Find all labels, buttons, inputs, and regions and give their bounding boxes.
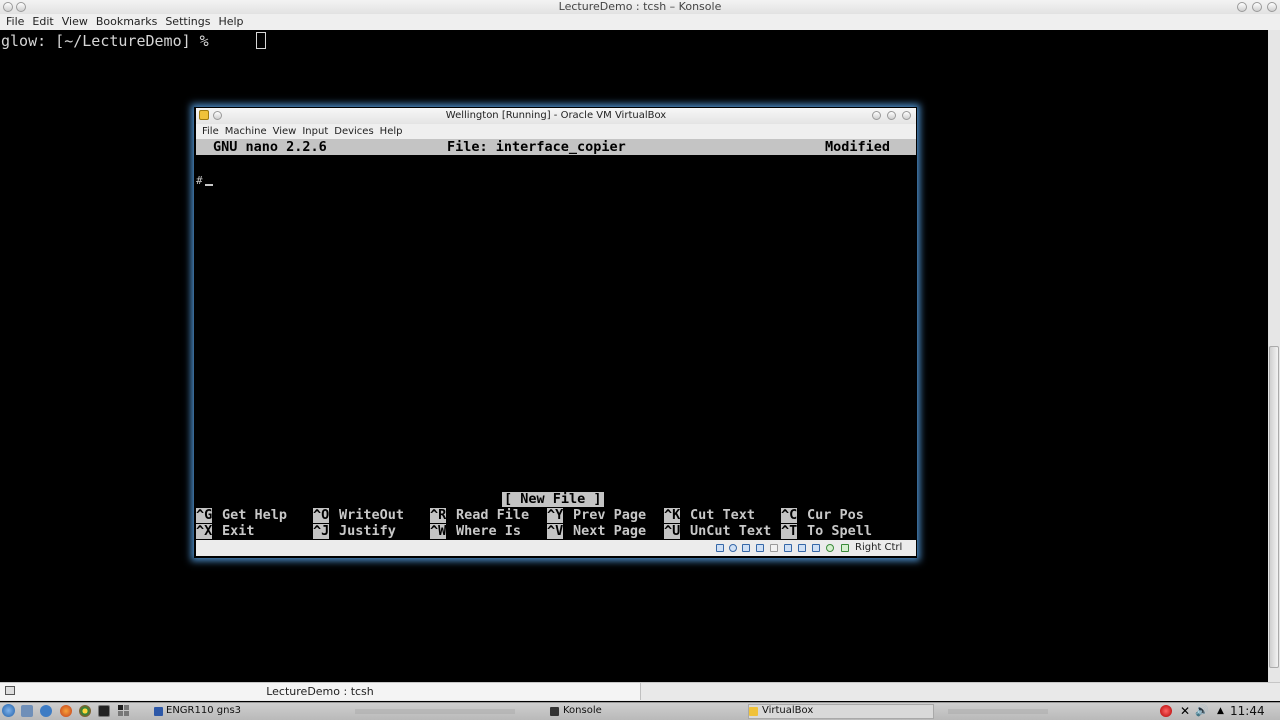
menu-bookmarks[interactable]: Bookmarks	[96, 14, 157, 30]
shortcut-key-read-file: ^R	[430, 507, 447, 523]
menu-view[interactable]: View	[62, 14, 88, 30]
shared-folders-icon[interactable]	[784, 544, 792, 552]
shortcut-key-cur-pos: ^C	[781, 507, 798, 523]
close-icon[interactable]	[902, 111, 911, 120]
task-placeholder-faded[interactable]	[355, 709, 515, 714]
shortcut-key-prev-page: ^Y	[547, 507, 564, 523]
taskbar-clock[interactable]: 11:44	[1230, 703, 1265, 719]
vbox-menu-machine[interactable]: Machine	[225, 124, 267, 139]
shortcut-label-prev-page: Prev Page	[573, 507, 647, 523]
minimize-icon[interactable]	[872, 111, 881, 120]
gns3-task-icon	[154, 707, 163, 716]
shortcut-key-uncut-text: ^U	[664, 523, 681, 539]
virtualbox-menubar: File Machine View Input Devices Help	[196, 124, 916, 139]
nano-cursor	[205, 184, 213, 186]
shortcut-label-read-file: Read File	[456, 507, 530, 523]
shortcut-label-uncut-text: UnCut Text	[690, 523, 772, 539]
konsole-window-title: LectureDemo : tcsh – Konsole	[558, 0, 722, 13]
shortcut-key-exit: ^X	[196, 523, 213, 539]
menu-settings[interactable]: Settings	[165, 14, 210, 30]
vbox-menu-input[interactable]: Input	[302, 124, 328, 139]
shortcut-label-cut-text: Cut Text	[690, 507, 756, 523]
network-manager-icon[interactable]	[40, 705, 52, 717]
menu-file[interactable]: File	[6, 14, 24, 30]
host-key-label: Right Ctrl	[855, 542, 903, 553]
vbox-menu-devices[interactable]: Devices	[334, 124, 373, 139]
shortcut-label-get-help: Get Help	[222, 507, 288, 523]
shortcut-label-exit: Exit	[222, 523, 255, 539]
mouse-integration-icon[interactable]	[841, 544, 849, 552]
show-desktop-icon[interactable]	[21, 705, 33, 717]
minimize-icon[interactable]	[1237, 2, 1247, 12]
konsole-task-icon	[550, 707, 559, 716]
application-launcher-icon[interactable]	[2, 704, 15, 717]
menu-help[interactable]: Help	[218, 14, 243, 30]
task-konsole[interactable]: Konsole	[563, 703, 602, 719]
tray-expand-icon[interactable]: ▲	[1217, 703, 1224, 719]
vm-display[interactable]	[196, 139, 916, 540]
shortcut-key-where-is: ^W	[430, 523, 447, 539]
menu-edit[interactable]: Edit	[32, 14, 53, 30]
konsole-tab[interactable]: LectureDemo : tcsh	[0, 683, 641, 700]
maximize-icon[interactable]	[1252, 2, 1262, 12]
hard-disk-icon[interactable]	[716, 544, 724, 552]
shortcut-label-next-page: Next Page	[573, 523, 647, 539]
shortcut-key-to-spell: ^T	[781, 523, 798, 539]
shortcut-key-cut-text: ^K	[664, 507, 681, 523]
virtualbox-window-title: Wellington [Running] - Oracle VM Virtual…	[445, 110, 667, 121]
vbox-menu-file[interactable]: File	[202, 124, 219, 139]
vbox-menu-view[interactable]: View	[273, 124, 297, 139]
volume-icon[interactable]: 🔊	[1195, 703, 1209, 719]
nano-status-message: [ New File ]	[502, 491, 604, 507]
nano-modified-flag: Modified	[825, 139, 891, 155]
nano-buffer-text[interactable]: #	[196, 174, 203, 188]
terminal-icon[interactable]	[98, 705, 110, 717]
usb-icon[interactable]	[770, 544, 778, 552]
virtualization-icon[interactable]	[826, 544, 834, 552]
close-icon[interactable]	[1267, 2, 1277, 12]
virtualbox-statusbar	[196, 540, 916, 556]
firefox-icon[interactable]	[60, 705, 72, 717]
task-virtualbox[interactable]: VirtualBox	[762, 703, 813, 719]
virtualbox-task-icon	[749, 707, 758, 716]
shortcut-label-justify: Justify	[339, 523, 396, 539]
shortcut-label-writeout: WriteOut	[339, 507, 405, 523]
nano-filename: File: interface_copier	[447, 139, 626, 155]
shortcut-key-get-help: ^G	[196, 507, 213, 523]
shortcut-key-justify: ^J	[313, 523, 330, 539]
task-placeholder-faded-2[interactable]	[948, 709, 1048, 714]
terminal-tab-icon	[5, 686, 15, 695]
shell-prompt: glow: [~/LectureDemo] %	[1, 32, 218, 50]
scrollbar-thumb[interactable]	[1269, 346, 1279, 668]
network-icon[interactable]	[756, 544, 764, 552]
maximize-icon[interactable]	[887, 111, 896, 120]
vbox-menu-help[interactable]: Help	[380, 124, 403, 139]
pager-icon[interactable]	[118, 705, 130, 717]
bluetooth-off-icon[interactable]: ✕	[1180, 703, 1190, 719]
task-engr110-gns3[interactable]: ENGR110 gns3	[166, 703, 241, 719]
video-capture-icon[interactable]	[812, 544, 820, 552]
terminal-cursor	[256, 32, 266, 49]
shortcut-label-where-is: Where Is	[456, 523, 522, 539]
record-icon[interactable]	[1160, 705, 1172, 717]
konsole-menubar: File Edit View Bookmarks Settings Help	[0, 14, 1280, 30]
shortcut-label-cur-pos: Cur Pos	[807, 507, 864, 523]
nano-version: GNU nano 2.2.6	[213, 139, 327, 155]
display-icon[interactable]	[798, 544, 806, 552]
shortcut-key-next-page: ^V	[547, 523, 564, 539]
shortcut-label-to-spell: To Spell	[807, 523, 873, 539]
audio-icon[interactable]	[742, 544, 750, 552]
chrome-icon[interactable]	[79, 705, 91, 717]
optical-drive-icon[interactable]	[729, 544, 737, 552]
shortcut-key-writeout: ^O	[313, 507, 330, 523]
